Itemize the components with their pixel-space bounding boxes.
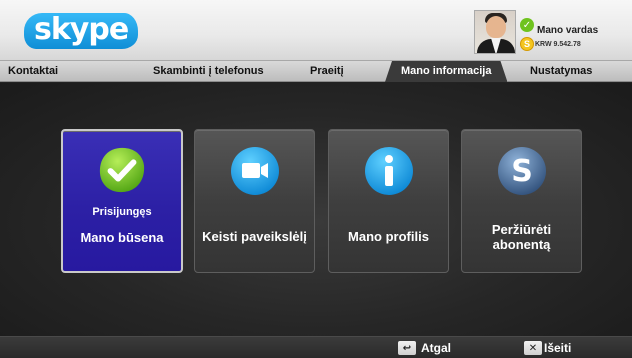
tab-praeiti[interactable]: Praeitį	[310, 61, 344, 82]
status-check-icon	[97, 145, 147, 195]
tile-status-sublabel: Prisijungęs	[92, 206, 152, 218]
tab-kontaktai[interactable]: Kontaktai	[8, 61, 58, 82]
online-status-icon: ✓	[520, 18, 534, 32]
user-name: Mano vardas	[537, 25, 599, 36]
back-key-icon: ↩	[398, 341, 416, 355]
tile-view-account[interactable]: S Peržiūrėti abonentą	[461, 129, 582, 273]
tile-profile-label: Mano profilis	[348, 229, 429, 244]
tile-my-status[interactable]: Prisijungęs Mano būsena	[61, 129, 183, 273]
back-button[interactable]: Atgal	[421, 341, 451, 355]
footer-bar: ↩ Atgal ✕ Išeiti	[0, 336, 632, 358]
skype-logo: skype	[24, 13, 139, 49]
header-bar: skype ✓ Mano vardas S KRW 9.542.78	[0, 0, 632, 60]
tab-nustatymas[interactable]: Nustatymas	[530, 61, 592, 82]
skype-s-icon: S	[497, 146, 547, 196]
main-panel: Prisijungęs Mano būsena Keisti paveikslė…	[0, 83, 632, 336]
credit-coin-icon: S	[520, 37, 534, 51]
credit-balance: KRW 9.542.78	[535, 41, 581, 48]
info-icon	[364, 146, 414, 196]
camera-icon	[230, 146, 280, 196]
tab-skambinti[interactable]: Skambinti į telefonus	[153, 61, 264, 82]
tab-bar: Kontaktai Skambinti į telefonus Praeitį …	[0, 60, 632, 82]
tile-change-picture[interactable]: Keisti paveikslėlį	[194, 129, 315, 273]
tile-account-label: Peržiūrėti abonentą	[466, 222, 577, 252]
tab-mano-informacija[interactable]: Mano informacija	[385, 61, 507, 82]
tile-account-label-line1: Peržiūrėti	[491, 222, 552, 237]
tile-status-label: Mano būsena	[80, 230, 164, 245]
exit-key-icon: ✕	[524, 341, 542, 355]
exit-button[interactable]: Išeiti	[544, 341, 571, 355]
tile-picture-label: Keisti paveikslėlį	[202, 229, 307, 244]
tile-my-profile[interactable]: Mano profilis	[328, 129, 449, 273]
avatar[interactable]	[474, 10, 516, 54]
svg-text:S: S	[511, 154, 533, 189]
tile-account-label-line2: abonentą	[492, 237, 551, 252]
